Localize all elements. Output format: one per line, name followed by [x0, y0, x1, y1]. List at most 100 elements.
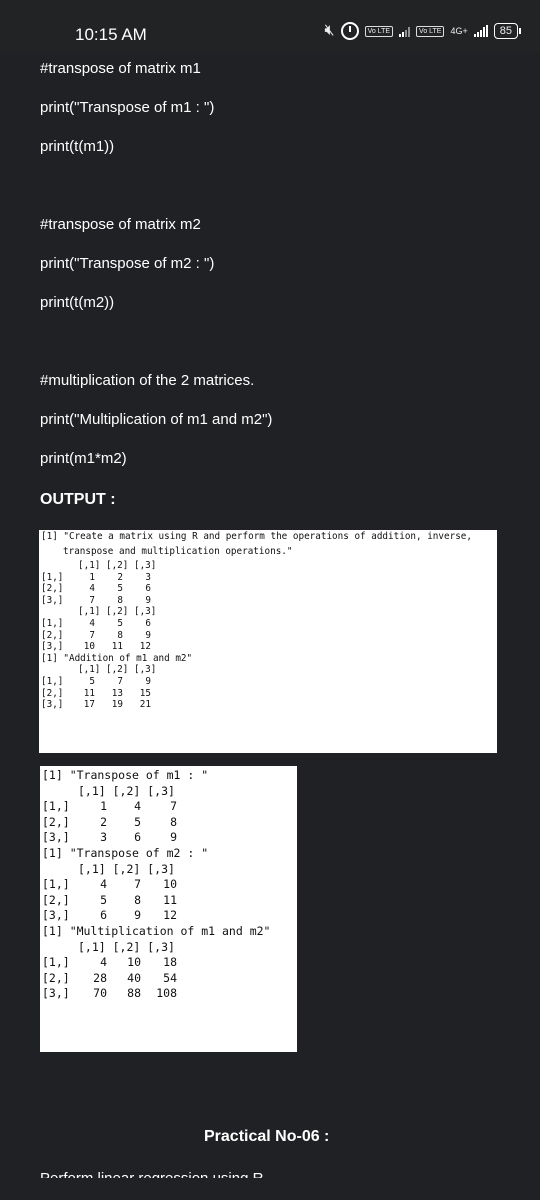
status-icons: 🔇︎ Vo LTE Vo LTE 4G+ 85	[324, 22, 522, 40]
m2-cell: 12	[139, 641, 151, 653]
console-line: transpose and multiplication operations.…	[63, 546, 293, 557]
alarm-icon	[340, 22, 359, 40]
m1-row-label: [3,]	[41, 594, 64, 606]
m1-cell: 8	[117, 594, 123, 606]
m1-cell: 2	[117, 571, 123, 583]
m1-cell: 7	[89, 594, 95, 606]
t1-row-label: [2,]	[42, 814, 70, 829]
m2-cell: 9	[145, 629, 151, 641]
code-line: print("Multiplication of m1 and m2")	[40, 411, 273, 428]
output-screenshot-1: [1] "Create a matrix using R and perform…	[39, 530, 497, 753]
m2-cell: 11	[111, 641, 123, 653]
m1-cell: 4	[89, 583, 95, 595]
cut-off-line: Perform linear regression using R	[40, 1170, 263, 1178]
t1-cell: 7	[170, 799, 177, 814]
m1-cell: 6	[145, 583, 151, 595]
m2-row-label: [1,]	[41, 618, 64, 629]
sum-cell: 19	[111, 699, 123, 711]
m2-cell: 6	[145, 618, 151, 629]
code-line: print(t(m1))	[40, 138, 115, 155]
sum-cell: 9	[145, 676, 151, 687]
prod-cell: 54	[163, 970, 177, 985]
sum-cell: 15	[139, 687, 151, 699]
t2-row-label: [2,]	[42, 892, 70, 907]
m2-cell: 7	[89, 629, 95, 641]
t1-cell: 1	[100, 799, 107, 814]
m1-cell: 3	[145, 571, 151, 583]
code-line: print("Transpose of m2 : ")	[40, 255, 215, 272]
output-screenshot-2: [1] "Transpose of m1 : " [,1] [,2] [,3] [1…	[40, 766, 297, 1052]
m2-cell: 10	[83, 641, 95, 653]
code-line: #transpose of matrix m1	[40, 60, 201, 77]
prod-cell: 18	[163, 955, 177, 970]
t1-cell: 9	[170, 830, 177, 845]
t2-col-header: [,1] [,2] [,3]	[78, 861, 175, 876]
prod-cell: 88	[127, 986, 141, 1001]
prod-cell: 70	[93, 986, 107, 1001]
m1-row-label: [1,]	[41, 571, 64, 583]
t1-cell: 4	[134, 799, 141, 814]
code-line: print(m1*m2)	[40, 450, 127, 467]
t2-cell: 10	[163, 877, 177, 892]
t1-col-header: [,1] [,2] [,3]	[78, 783, 175, 798]
m1-cell: 9	[145, 594, 151, 606]
sum-row-label: [2,]	[41, 687, 64, 699]
t1-cell: 8	[170, 814, 177, 829]
t1-cell: 6	[134, 830, 141, 845]
battery-icon: 85	[493, 23, 522, 39]
m1-col-header: [,1] [,2] [,3]	[78, 560, 157, 571]
m2-row-label: [3,]	[41, 641, 64, 653]
t2-cell: 7	[134, 877, 141, 892]
m2-cell: 4	[89, 618, 95, 629]
prod-row-label: [1,]	[42, 955, 70, 970]
sum-cell: 13	[111, 687, 123, 699]
prod-cell: 4	[100, 955, 107, 970]
t1-cell: 3	[100, 830, 107, 845]
transpose2-label: [1] "Transpose of m2 : "	[42, 846, 209, 860]
t2-row-label: [3,]	[42, 908, 70, 923]
prod-cell: 108	[156, 986, 177, 1001]
m2-row-label: [2,]	[41, 629, 64, 641]
multiplication-label: [1] "Multiplication of m1 and m2"	[42, 924, 271, 938]
signal-icon	[399, 25, 411, 37]
t2-cell: 12	[163, 908, 177, 923]
signal-icon-2	[473, 25, 488, 37]
t1-cell: 2	[100, 814, 107, 829]
m1-cell: 1	[89, 571, 95, 583]
prod-cell: 10	[127, 955, 141, 970]
t1-cell: 5	[134, 814, 141, 829]
clock: 10:15 AM	[75, 25, 147, 44]
t1-row-label: [1,]	[42, 799, 70, 814]
status-bar: 10:15 AM 🔇︎ Vo LTE Vo LTE 4G+ 85	[0, 0, 540, 52]
sum-cell: 7	[117, 676, 123, 687]
prod-col-header: [,1] [,2] [,3]	[78, 939, 175, 954]
t2-cell: 4	[100, 877, 107, 892]
sum-cell: 11	[83, 687, 95, 699]
output-heading: OUTPUT :	[40, 491, 116, 508]
sum-cell: 21	[139, 699, 151, 711]
prod-row-label: [2,]	[42, 970, 70, 985]
prod-cell: 40	[127, 970, 141, 985]
t2-cell: 9	[134, 908, 141, 923]
t2-cell: 5	[100, 892, 107, 907]
t2-cell: 11	[163, 892, 177, 907]
t1-row-label: [3,]	[42, 830, 70, 845]
practical-heading: Practical No-06 :	[204, 1128, 330, 1145]
code-line: print(t(m2))	[40, 294, 115, 311]
network-type: 4G+	[450, 25, 468, 36]
m1-row-label: [2,]	[41, 583, 64, 595]
code-line: print("Transpose of m1 : ")	[40, 99, 215, 116]
m2-cell: 8	[117, 629, 123, 641]
sum-cell: 5	[89, 676, 95, 687]
t2-row-label: [1,]	[42, 877, 70, 892]
code-line: #transpose of matrix m2	[40, 216, 201, 233]
m1-cell: 5	[117, 583, 123, 595]
m2-cell: 5	[117, 618, 123, 629]
t2-cell: 6	[100, 908, 107, 923]
t2-cell: 8	[134, 892, 141, 907]
prod-cell: 28	[93, 970, 107, 985]
sum-cell: 17	[83, 699, 95, 711]
transpose1-label: [1] "Transpose of m1 : "	[42, 768, 209, 782]
sum-row-label: [1,]	[41, 676, 64, 687]
sum-row-label: [3,]	[41, 699, 64, 711]
